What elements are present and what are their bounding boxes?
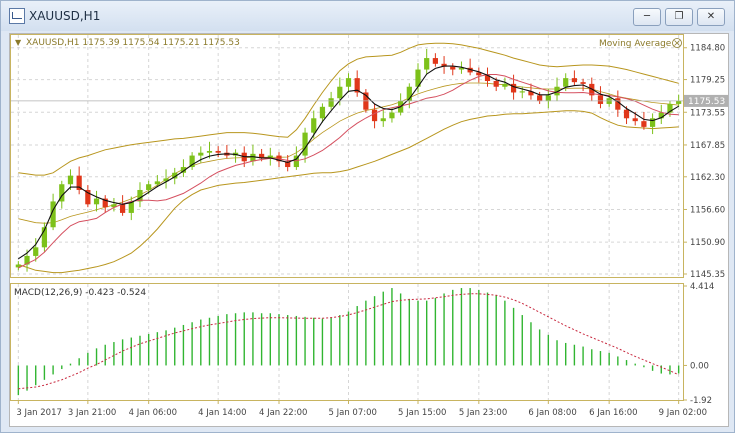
candle-bear: [76, 166, 82, 195]
minimize-button[interactable]: ─: [633, 8, 661, 26]
restore-icon: ❐: [674, 11, 684, 22]
time-tick-label: 6 Jan 16:00: [589, 408, 637, 418]
candle-bull: [267, 147, 273, 166]
candle-bull: [424, 48, 430, 74]
candle-bear: [597, 86, 604, 109]
price-tick-label: 1173.55: [690, 108, 725, 118]
candle-bull: [15, 261, 21, 271]
candle-bull: [545, 89, 551, 109]
candle-bull: [180, 159, 187, 178]
candle-bear: [571, 70, 578, 86]
candle-bull: [232, 149, 239, 163]
price-tick-label: 1162.30: [690, 173, 725, 183]
price-tick-label: 1145.35: [690, 270, 725, 280]
window-title: XAUUSD,H1: [29, 9, 101, 23]
macd-label: MACD(12,26,9) -0.423 -0.524: [14, 288, 146, 298]
indicator-close-icon[interactable]: [672, 38, 682, 48]
price-tick-label: 1167.85: [690, 141, 725, 151]
price-tick-label: 1156.60: [690, 205, 725, 215]
title-bar[interactable]: XAUUSD,H1 ─ ❐ ✕: [1, 1, 734, 31]
candle-bull: [250, 144, 256, 166]
chart-window-icon: [9, 8, 25, 24]
price-pane-border: [10, 34, 684, 278]
candle-bear: [215, 146, 221, 157]
candle-bull: [59, 180, 65, 209]
price-tick-label: 1184.80: [690, 44, 725, 54]
candle-bull: [415, 63, 421, 93]
symbol-dropdown-icon[interactable]: ▼: [15, 38, 22, 47]
price-axis: 1184.80 1179.25 1173.55 1167.85 1162.30 1156.…: [683, 44, 725, 280]
time-axis: 3 Jan 2017 3 Jan 21:00 4 Jan 06:00 4 Jan 14…: [16, 400, 707, 418]
candle-bull: [554, 77, 560, 102]
macd-axis: 4.414 0.00 -1.92: [683, 282, 714, 406]
time-tick-label: 5 Jan 23:00: [459, 408, 507, 418]
restore-button[interactable]: ❐: [665, 8, 693, 26]
time-tick-label: 5 Jan 07:00: [329, 408, 377, 418]
time-tick-label: 4 Jan 14:00: [198, 408, 246, 418]
candle-bull: [93, 190, 100, 212]
current-price-label: 1175.53: [688, 97, 725, 107]
candle-bear: [102, 195, 108, 213]
macd-tick-label: 4.414: [690, 282, 714, 292]
candle-bear: [476, 67, 482, 83]
candle-bull: [128, 196, 134, 221]
time-tick-label: 3 Jan 2017: [16, 408, 62, 418]
candle-bull: [137, 182, 143, 208]
time-tick-label: 4 Jan 22:00: [259, 408, 307, 418]
current-price-badge: 1175.53: [684, 94, 728, 107]
time-tick-label: 6 Jan 08:00: [528, 408, 576, 418]
candle-bull: [163, 169, 169, 189]
candle-bull: [50, 193, 56, 231]
close-icon: ✕: [706, 11, 716, 22]
candle-bear: [371, 103, 378, 129]
candle-bear: [432, 53, 438, 67]
macd-tick-label: 0.00: [690, 361, 709, 371]
candle-bull: [293, 146, 299, 170]
candle-bull: [658, 104, 664, 125]
chart-svg[interactable]: 1184.80 1179.25 1173.55 1167.85 1162.30 1156.…: [10, 34, 728, 426]
price-grid: [11, 35, 683, 276]
moving-averages: [11, 65, 683, 269]
candle-bear: [354, 70, 360, 97]
macd-tick-label: -1.92: [690, 396, 712, 406]
chart-window: XAUUSD,H1 ─ ❐ ✕ 1184.80 1179.25 1173.55 116…: [0, 0, 735, 433]
time-tick-label: 9 Jan 02:00: [659, 408, 707, 418]
candle-bull: [649, 113, 656, 135]
candle-bear: [85, 185, 91, 208]
time-tick-label: 3 Jan 21:00: [68, 408, 116, 418]
candle-bear: [467, 58, 473, 76]
candle-bear: [119, 195, 126, 216]
macd-pane-border: [10, 283, 684, 401]
candles: [15, 48, 682, 272]
close-button[interactable]: ✕: [697, 8, 725, 26]
symbol-info: XAUUSD,H1 1175.39 1175.54 1175.21 1175.5…: [26, 38, 240, 48]
candle-bull: [189, 152, 195, 170]
candle-bear: [641, 111, 647, 130]
indicator-label: Moving Average: [599, 39, 672, 49]
bollinger-middle-line: [18, 82, 679, 224]
candle-bear: [224, 144, 230, 159]
chart-area[interactable]: 1184.80 1179.25 1173.55 1167.85 1162.30 1156.…: [9, 33, 729, 427]
candle-bear: [441, 56, 447, 74]
minimize-icon: ─: [643, 11, 651, 22]
candle-bear: [450, 63, 456, 76]
price-tick-label: 1150.90: [690, 238, 725, 248]
candle-bull: [345, 73, 352, 93]
time-tick-label: 4 Jan 06:00: [129, 408, 177, 418]
price-tick-label: 1179.25: [690, 76, 725, 86]
time-tick-label: 5 Jan 15:00: [398, 408, 446, 418]
